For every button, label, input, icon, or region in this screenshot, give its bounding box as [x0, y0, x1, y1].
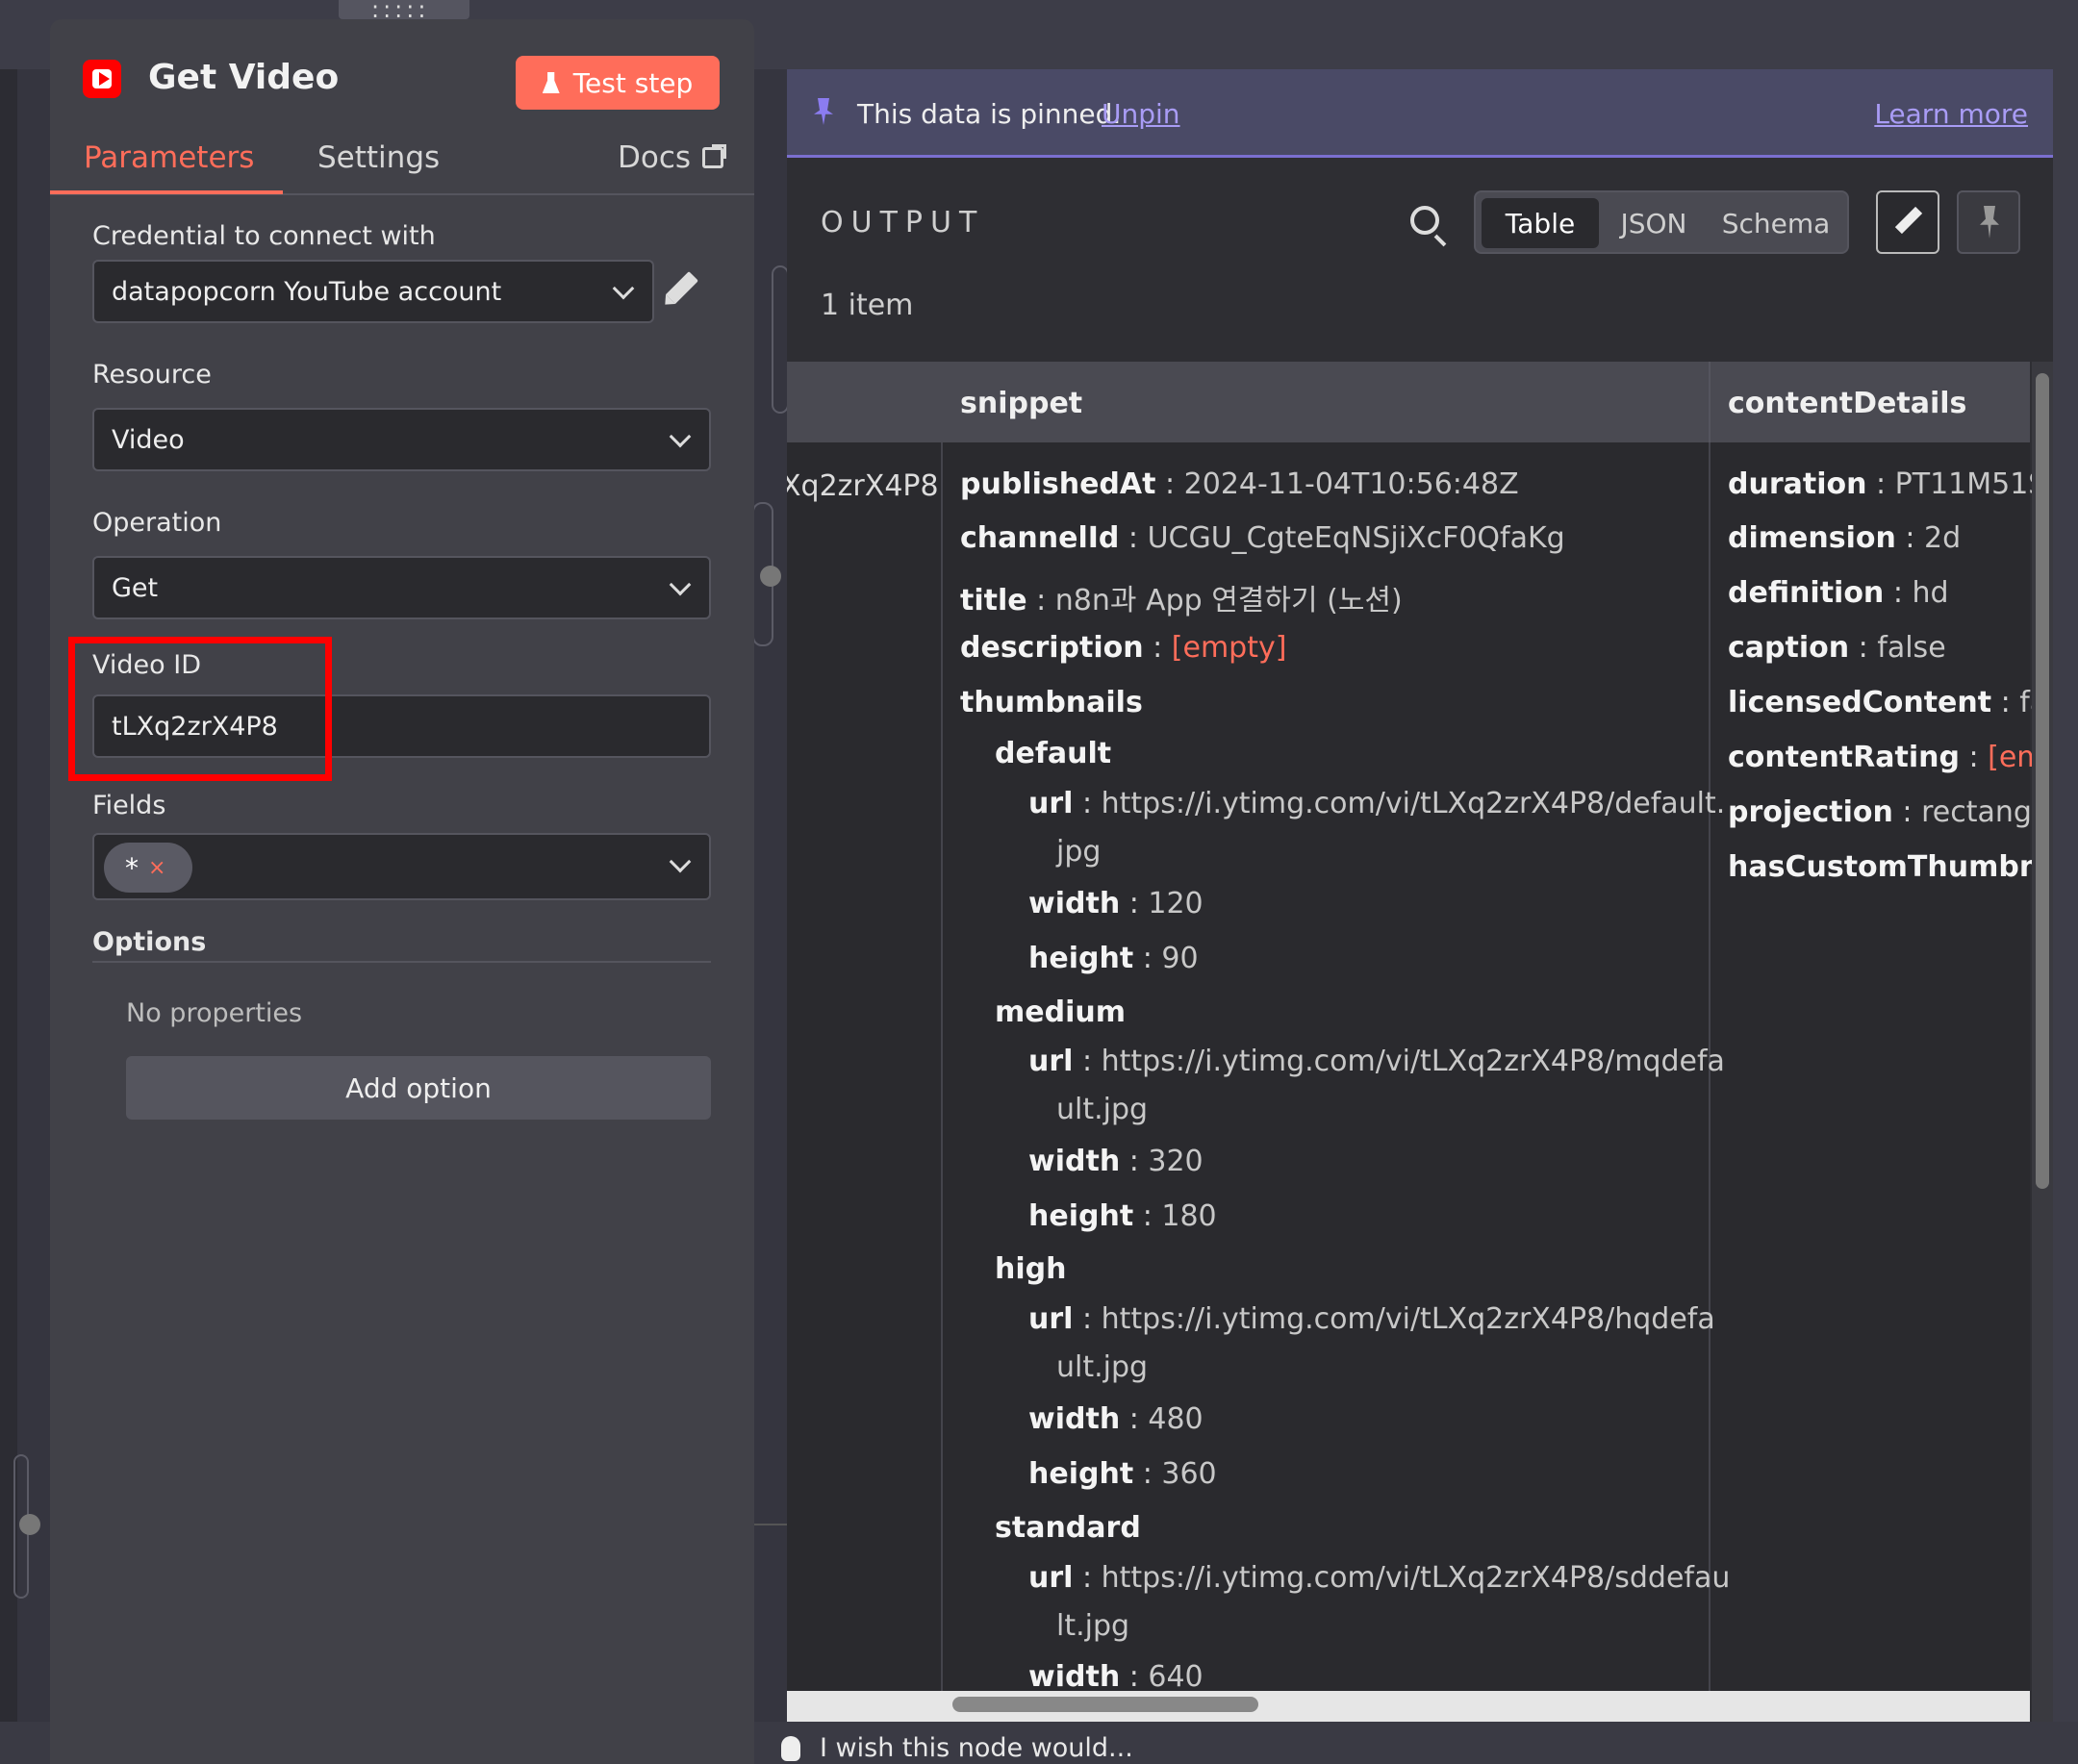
- remove-tag-icon[interactable]: ×: [148, 856, 165, 880]
- column-divider: [1709, 442, 1711, 1722]
- column-divider: [941, 442, 943, 1722]
- table-header: snippet contentDetails: [787, 362, 2030, 442]
- tab-docs[interactable]: Docs: [618, 140, 727, 175]
- active-tab-indicator: [50, 190, 283, 194]
- youtube-play-icon: [99, 72, 110, 86]
- default-height: height : 90: [1028, 942, 1199, 975]
- options-divider: [92, 961, 711, 963]
- test-step-label: Test step: [572, 66, 694, 99]
- chevron-down-icon: [669, 573, 692, 596]
- content-caption: caption : false: [1728, 631, 1946, 665]
- standard-width: width : 640: [1028, 1660, 1204, 1694]
- fields-tag-value: *: [125, 851, 139, 884]
- options-label: Options: [92, 927, 207, 957]
- view-schema-button[interactable]: Schema: [1707, 204, 1845, 242]
- no-properties-text: No properties: [126, 998, 303, 1028]
- canvas-edge: [754, 1524, 787, 1525]
- video-id-highlight: [68, 637, 332, 781]
- high-url-wrap: ult.jpg: [1056, 1350, 1149, 1384]
- column-header-contentdetails: contentDetails: [1728, 387, 1967, 420]
- unpin-link[interactable]: Unpin: [1102, 98, 1180, 130]
- id-cell: Xq2zrX4P8: [787, 469, 939, 503]
- credential-label: Credential to connect with: [92, 221, 436, 251]
- chevron-down-icon: [669, 425, 692, 448]
- operation-select[interactable]: Get: [92, 556, 711, 619]
- view-json-button[interactable]: JSON: [1610, 204, 1697, 242]
- chevron-down-icon: [612, 277, 635, 300]
- view-table-button[interactable]: Table: [1482, 198, 1599, 248]
- thumbnails-standard: standard: [995, 1511, 1141, 1545]
- high-height: height : 360: [1028, 1457, 1217, 1491]
- output-panel: This data is pinned. Unpin Learn more OU…: [787, 69, 2053, 1722]
- credential-value: datapopcorn YouTube account: [112, 276, 502, 307]
- vertical-scroll-thumb[interactable]: [2036, 373, 2049, 1189]
- fields-tag[interactable]: * ×: [104, 843, 192, 893]
- test-step-button[interactable]: Test step: [516, 56, 720, 110]
- lightbulb-icon: [781, 1735, 800, 1761]
- medium-url: url : https://i.ytimg.com/vi/tLXq2zrX4P8…: [1028, 1045, 1725, 1078]
- drag-handle-icon: :::::: [371, 0, 430, 23]
- fields-label: Fields: [92, 791, 166, 820]
- standard-url-wrap: lt.jpg: [1056, 1609, 1130, 1643]
- default-width: width : 120: [1028, 887, 1204, 920]
- content-rating: contentRating : [emp: [1728, 741, 2053, 774]
- canvas-connector-dot[interactable]: [760, 566, 781, 587]
- content-projection: projection : rectangu: [1728, 795, 2050, 829]
- canvas-connector-dot[interactable]: [19, 1514, 40, 1535]
- content-dimension: dimension : 2d: [1728, 521, 1962, 555]
- tab-settings[interactable]: Settings: [317, 140, 440, 175]
- pin-icon: [814, 98, 833, 125]
- resource-value: Video: [112, 424, 185, 455]
- edit-output-button[interactable]: [1876, 190, 1939, 254]
- thumbnails-medium: medium: [995, 995, 1126, 1029]
- thumbnails-default: default: [995, 737, 1112, 770]
- feedback-prompt[interactable]: I wish this node would...: [781, 1733, 1133, 1763]
- default-url: url : https://i.ytimg.com/vi/tLXq2zrX4P8…: [1028, 787, 1726, 820]
- content-duration: duration : PT11M51S: [1728, 467, 2047, 501]
- snippet-publishedat: publishedAt : 2024-11-04T10:56:48Z: [960, 467, 1519, 501]
- resource-select[interactable]: Video: [92, 408, 711, 471]
- pinned-banner: This data is pinned. Unpin Learn more: [787, 69, 2053, 158]
- output-title: OUTPUT: [821, 206, 985, 239]
- pin-data-button[interactable]: [1957, 190, 2020, 254]
- content-definition: definition : hd: [1728, 576, 1949, 610]
- add-option-button[interactable]: Add option: [126, 1056, 711, 1120]
- item-count: 1 item: [821, 289, 914, 322]
- content-licensed: licensedContent : fals: [1728, 686, 2053, 719]
- high-width: width : 480: [1028, 1402, 1204, 1436]
- standard-url: url : https://i.ytimg.com/vi/tLXq2zrX4P8…: [1028, 1561, 1731, 1595]
- tab-docs-label: Docs: [618, 140, 692, 175]
- column-header-snippet: snippet: [960, 387, 1083, 420]
- node-title[interactable]: Get Video: [148, 58, 339, 97]
- tab-parameters[interactable]: Parameters: [84, 140, 254, 175]
- feedback-text: I wish this node would...: [820, 1733, 1133, 1763]
- external-link-icon: [702, 144, 727, 168]
- credential-select[interactable]: datapopcorn YouTube account: [92, 260, 654, 323]
- default-url-wrap: jpg: [1056, 835, 1102, 869]
- thumbnails-high: high: [995, 1252, 1067, 1286]
- learn-more-link[interactable]: Learn more: [1874, 98, 2028, 130]
- snippet-title: title : n8n과 App 연결하기 (노션): [960, 584, 1403, 617]
- horizontal-scroll-thumb[interactable]: [952, 1697, 1258, 1712]
- medium-url-wrap: ult.jpg: [1056, 1093, 1149, 1126]
- view-toggle: Table JSON Schema: [1474, 190, 1849, 254]
- search-icon[interactable]: [1410, 206, 1439, 235]
- canvas-right-edge: [2053, 69, 2078, 1722]
- resource-label: Resource: [92, 360, 212, 390]
- pinned-text: This data is pinned.: [857, 98, 1122, 130]
- high-url: url : https://i.ytimg.com/vi/tLXq2zrX4P8…: [1028, 1302, 1715, 1336]
- snippet-channelid: channelId : UCGU_CgteEqNSjiXcF0QfaKg: [960, 521, 1565, 555]
- snippet-description: description : [empty]: [960, 631, 1287, 665]
- chevron-down-icon: [669, 850, 692, 873]
- operation-label: Operation: [92, 508, 222, 538]
- pencil-icon: [1894, 206, 1923, 235]
- snippet-thumbnails: thumbnails: [960, 686, 1143, 719]
- operation-value: Get: [112, 572, 159, 603]
- flask-icon: [542, 72, 560, 93]
- medium-height: height : 180: [1028, 1199, 1217, 1233]
- column-divider: [1709, 362, 1711, 442]
- content-custom-thumbnail: hasCustomThumbna: [1728, 850, 2053, 884]
- medium-width: width : 320: [1028, 1145, 1204, 1178]
